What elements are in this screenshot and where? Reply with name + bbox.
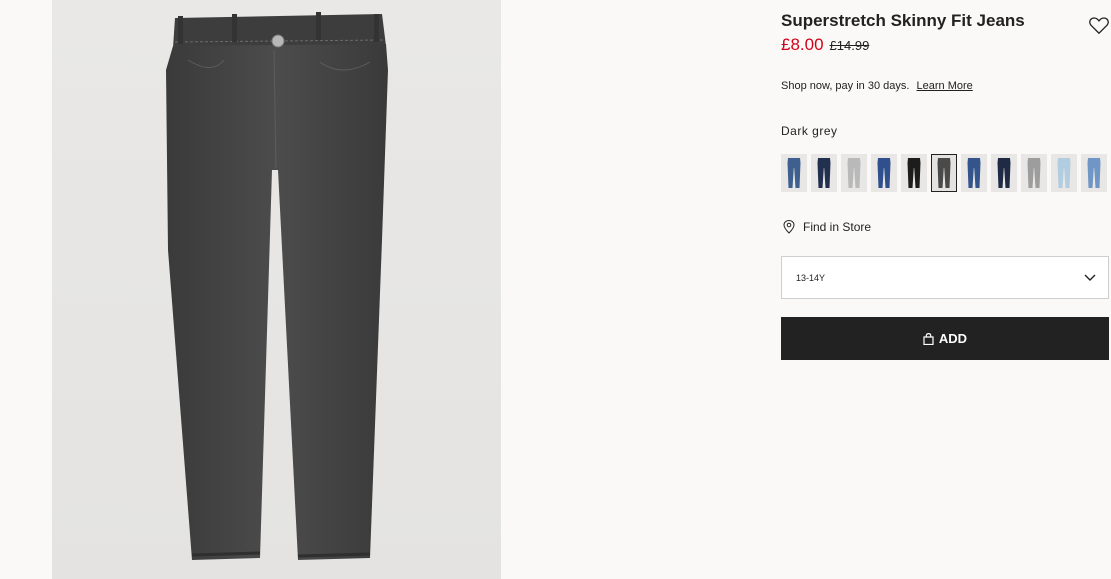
heart-icon: [1089, 17, 1109, 35]
jeans-image: [166, 12, 388, 560]
color-swatch[interactable]: [811, 154, 837, 192]
color-swatch[interactable]: [1081, 154, 1107, 192]
color-swatch[interactable]: [871, 154, 897, 192]
jeans-thumbnail: [817, 158, 831, 188]
jeans-thumbnail: [1027, 158, 1041, 188]
color-swatch[interactable]: [841, 154, 867, 192]
jeans-thumbnail: [967, 158, 981, 188]
product-title: Superstretch Skinny Fit Jeans: [781, 11, 1025, 30]
pay-later-notice: Shop now, pay in 30 days. Learn More: [781, 80, 973, 92]
sale-price: £8.00: [781, 35, 824, 54]
jeans-thumbnail: [907, 158, 921, 188]
product-image[interactable]: [52, 0, 501, 579]
add-to-bag-button[interactable]: ADD: [781, 317, 1109, 360]
jeans-thumbnail: [1057, 158, 1071, 188]
product-page: Superstretch Skinny Fit Jeans £8.00 £14.…: [0, 0, 1111, 579]
size-dropdown[interactable]: 13-14Y: [781, 256, 1109, 299]
shopping-bag-icon: [923, 332, 934, 345]
color-swatch[interactable]: [1051, 154, 1077, 192]
color-swatch[interactable]: [901, 154, 927, 192]
color-swatch[interactable]: [781, 154, 807, 192]
color-swatch[interactable]: [931, 154, 957, 192]
jeans-thumbnail: [1087, 158, 1101, 188]
chevron-down-icon: [1084, 274, 1096, 281]
location-pin-icon: [783, 220, 795, 234]
find-in-store-label: Find in Store: [803, 220, 872, 234]
jeans-thumbnail: [787, 158, 801, 188]
size-selected-value: 13-14Y: [796, 272, 826, 283]
price-row: £8.00 £14.99: [781, 35, 869, 55]
jeans-thumbnail: [877, 158, 891, 188]
color-swatch[interactable]: [961, 154, 987, 192]
pay-later-text: Shop now, pay in 30 days.: [781, 80, 910, 92]
color-swatch[interactable]: [1021, 154, 1047, 192]
jeans-thumbnail: [937, 158, 951, 188]
color-swatch[interactable]: [991, 154, 1017, 192]
find-in-store-link[interactable]: Find in Store: [783, 220, 871, 234]
jeans-thumbnail: [997, 158, 1011, 188]
jeans-thumbnail: [847, 158, 861, 188]
product-details: Superstretch Skinny Fit Jeans £8.00 £14.…: [781, 0, 1111, 579]
original-price: £14.99: [829, 38, 870, 53]
learn-more-link[interactable]: Learn More: [917, 80, 973, 92]
selected-color-label: Dark grey: [781, 124, 838, 138]
add-button-label: ADD: [938, 331, 968, 346]
favorite-button[interactable]: [1088, 14, 1110, 36]
color-swatches: [781, 154, 1107, 192]
